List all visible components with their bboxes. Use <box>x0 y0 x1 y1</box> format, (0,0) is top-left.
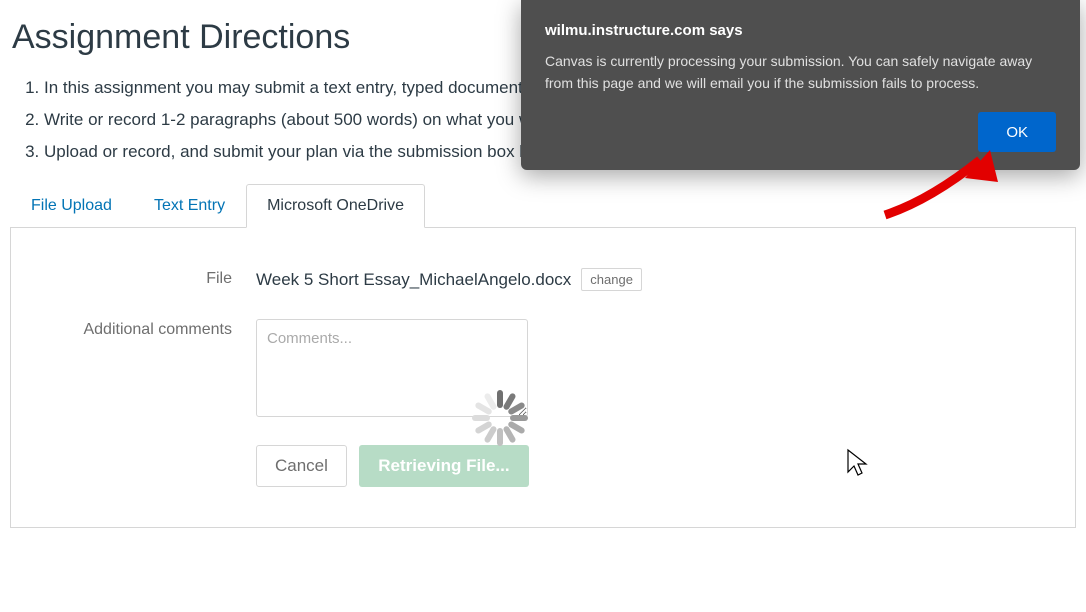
selected-file-name: Week 5 Short Essay_MichaelAngelo.docx <box>256 270 571 290</box>
alert-title: wilmu.instructure.com says <box>545 22 1056 39</box>
tab-text-entry[interactable]: Text Entry <box>133 184 246 227</box>
submission-panel: File Week 5 Short Essay_MichaelAngelo.do… <box>10 228 1076 528</box>
comments-label: Additional comments <box>21 319 256 339</box>
cancel-button[interactable]: Cancel <box>256 445 347 487</box>
change-file-button[interactable]: change <box>581 268 642 291</box>
tab-microsoft-onedrive[interactable]: Microsoft OneDrive <box>246 184 425 228</box>
submission-tabs: File Upload Text Entry Microsoft OneDriv… <box>10 184 1076 228</box>
tab-file-upload[interactable]: File Upload <box>10 184 133 227</box>
file-label: File <box>21 268 256 288</box>
alert-ok-button[interactable]: OK <box>978 112 1056 152</box>
alert-message: Canvas is currently processing your subm… <box>545 51 1056 94</box>
alert-dialog: wilmu.instructure.com says Canvas is cur… <box>521 0 1080 170</box>
comments-textarea[interactable] <box>256 319 528 417</box>
submit-button[interactable]: Retrieving File... <box>359 445 529 487</box>
